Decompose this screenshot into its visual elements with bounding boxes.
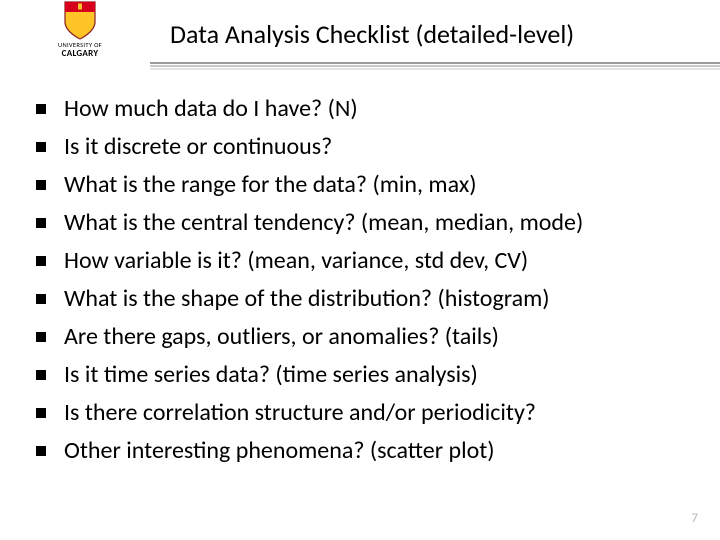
list-item: Other interesting phenomena? (scatter pl…	[36, 436, 696, 466]
list-item: What is the range for the data? (min, ma…	[36, 170, 696, 200]
slide-title: Data Analysis Checklist (detailed-level)	[170, 18, 700, 50]
header-divider	[150, 62, 720, 70]
list-item-text: Is there correlation structure and/or pe…	[64, 398, 536, 428]
list-item-text: How much data do I have? (N)	[64, 94, 358, 124]
square-bullet-icon	[36, 180, 46, 190]
list-item-text: How variable is it? (mean, variance, std…	[64, 246, 528, 276]
square-bullet-icon	[36, 256, 46, 266]
list-item: Is it discrete or continuous?	[36, 132, 696, 162]
square-bullet-icon	[36, 332, 46, 342]
bullet-list: How much data do I have? (N) Is it discr…	[36, 94, 696, 474]
list-item-text: Is it time series data? (time series ana…	[64, 360, 478, 390]
list-item: Is it time series data? (time series ana…	[36, 360, 696, 390]
list-item: How much data do I have? (N)	[36, 94, 696, 124]
square-bullet-icon	[36, 370, 46, 380]
list-item-text: Are there gaps, outliers, or anomalies? …	[64, 322, 499, 352]
square-bullet-icon	[36, 218, 46, 228]
list-item: How variable is it? (mean, variance, std…	[36, 246, 696, 276]
square-bullet-icon	[36, 104, 46, 114]
logo-line2: CALGARY	[58, 49, 102, 58]
list-item-text: What is the range for the data? (min, ma…	[64, 170, 477, 200]
square-bullet-icon	[36, 446, 46, 456]
logo-wordmark: UNIVERSITY OF CALGARY	[58, 42, 102, 58]
square-bullet-icon	[36, 142, 46, 152]
list-item: What is the central tendency? (mean, med…	[36, 208, 696, 238]
square-bullet-icon	[36, 294, 46, 304]
list-item-text: What is the central tendency? (mean, med…	[64, 208, 583, 238]
square-bullet-icon	[36, 408, 46, 418]
list-item: Is there correlation structure and/or pe…	[36, 398, 696, 428]
list-item: What is the shape of the distribution? (…	[36, 284, 696, 314]
page-number: 7	[691, 511, 698, 526]
list-item-text: Is it discrete or continuous?	[64, 132, 332, 162]
slide-header: UNIVERSITY OF CALGARY Data Analysis Chec…	[0, 0, 720, 66]
list-item: Are there gaps, outliers, or anomalies? …	[36, 322, 696, 352]
shield-icon	[63, 0, 97, 40]
university-logo: UNIVERSITY OF CALGARY	[30, 0, 130, 64]
list-item-text: Other interesting phenomena? (scatter pl…	[64, 436, 495, 466]
list-item-text: What is the shape of the distribution? (…	[64, 284, 550, 314]
